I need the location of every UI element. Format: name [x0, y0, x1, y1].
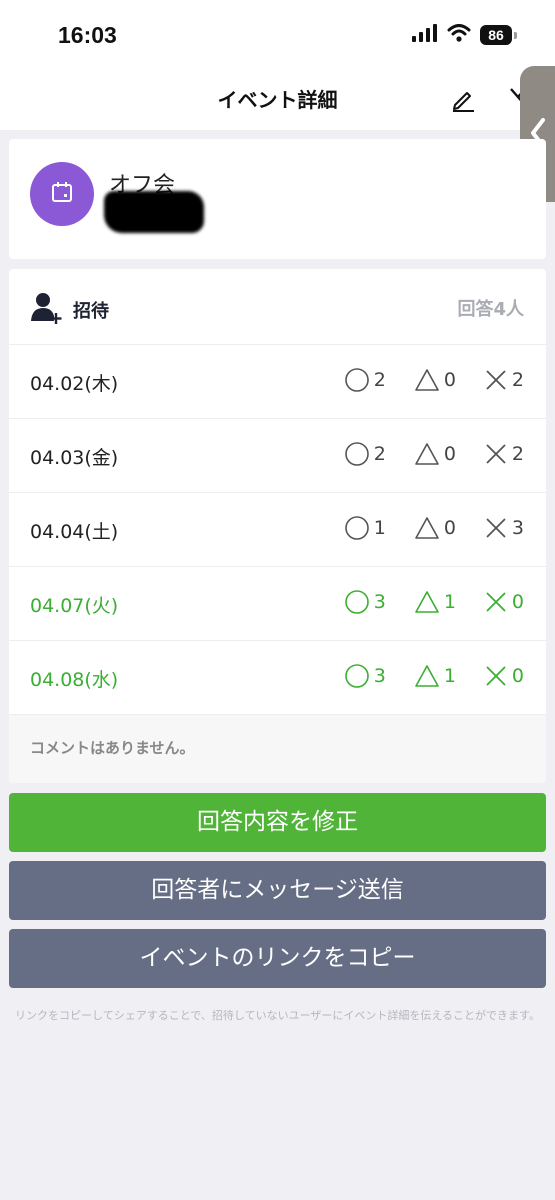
circle-icon — [344, 663, 370, 689]
maybe-count: 1 — [443, 665, 456, 687]
maybe-tally: 0 — [414, 368, 456, 392]
calendar-icon — [50, 180, 74, 208]
no-tally: 0 — [484, 590, 524, 614]
status-time: 16:03 — [58, 22, 117, 48]
maybe-tally: 0 — [414, 516, 456, 540]
cross-icon — [484, 442, 508, 466]
yes-count: 3 — [373, 591, 386, 613]
battery-icon: 86 — [480, 25, 512, 45]
cross-icon — [484, 590, 508, 614]
date-row[interactable]: 04.07(火) 3 1 0 — [9, 567, 546, 641]
invite-header[interactable]: 招待 回答4人 — [9, 269, 546, 345]
date-label: 04.04(土) — [30, 521, 119, 543]
cross-icon — [484, 664, 508, 688]
invite-label: 招待 — [73, 301, 109, 322]
no-tally: 2 — [484, 368, 524, 392]
maybe-count: 0 — [443, 369, 456, 391]
answer-tallies: 2 0 2 — [316, 441, 524, 467]
nav-bar: イベント詳細 — [0, 70, 555, 130]
no-count: 2 — [511, 443, 524, 465]
battery-tip — [514, 31, 517, 39]
message-respondents-button[interactable]: 回答者にメッセージ送信 — [9, 861, 546, 920]
no-count: 0 — [511, 665, 524, 687]
no-tally: 0 — [484, 664, 524, 688]
response-count: 回答4人 — [457, 299, 524, 320]
date-label: 04.03(金) — [30, 447, 119, 469]
date-row[interactable]: 04.03(金) 2 0 2 — [9, 419, 546, 493]
maybe-count: 0 — [443, 443, 456, 465]
yes-tally: 2 — [344, 367, 386, 393]
circle-icon — [344, 367, 370, 393]
yes-count: 2 — [373, 369, 386, 391]
date-label: 04.07(火) — [30, 595, 119, 617]
date-label: 04.08(水) — [30, 669, 119, 691]
triangle-icon — [414, 516, 440, 540]
no-tally: 2 — [484, 442, 524, 466]
event-info-card: オフ会 — [9, 139, 546, 259]
maybe-tally: 1 — [414, 590, 456, 614]
date-row[interactable]: 04.02(木) 2 0 2 — [9, 345, 546, 419]
answer-tallies: 2 0 2 — [316, 367, 524, 393]
no-count: 2 — [511, 369, 524, 391]
footnote: リンクをコピーしてシェアすることで、招待していないユーザーにイベント詳細を伝える… — [15, 1009, 540, 1022]
yes-count: 2 — [373, 443, 386, 465]
signal-icon — [412, 24, 438, 46]
cross-icon — [484, 368, 508, 392]
event-avatar — [30, 162, 94, 226]
answer-tallies: 3 1 0 — [316, 663, 524, 689]
no-count: 3 — [511, 517, 524, 539]
yes-tally: 3 — [344, 663, 386, 689]
edit-answer-button[interactable]: 回答内容を修正 — [9, 793, 546, 852]
triangle-icon — [414, 590, 440, 614]
wifi-icon — [447, 24, 471, 46]
maybe-tally: 1 — [414, 664, 456, 688]
answer-tallies: 1 0 3 — [316, 515, 524, 541]
date-row[interactable]: 04.04(土) 1 0 3 — [9, 493, 546, 567]
cross-icon — [484, 516, 508, 540]
maybe-count: 0 — [443, 517, 456, 539]
edit-pencil-icon[interactable] — [450, 86, 476, 116]
status-bar: 16:03 86 — [0, 0, 555, 70]
invite-list-card: 招待 回答4人 04.02(木) 2 0 2 04.03(金) 2 0 2 04.04(土) 1 0… — [9, 269, 546, 783]
yes-tally: 3 — [344, 589, 386, 615]
triangle-icon — [414, 442, 440, 466]
comment-text: コメントはありません。 — [30, 739, 195, 757]
circle-icon — [344, 589, 370, 615]
circle-icon — [344, 515, 370, 541]
comment-row: コメントはありません。 — [9, 715, 546, 783]
yes-tally: 2 — [344, 441, 386, 467]
triangle-icon — [414, 368, 440, 392]
yes-count: 3 — [373, 665, 386, 687]
triangle-icon — [414, 664, 440, 688]
circle-icon — [344, 441, 370, 467]
no-count: 0 — [511, 591, 524, 613]
copy-event-link-button[interactable]: イベントのリンクをコピー — [9, 929, 546, 988]
redaction-mark — [104, 191, 204, 233]
maybe-count: 1 — [443, 591, 456, 613]
invite-user-icon — [30, 291, 64, 329]
maybe-tally: 0 — [414, 442, 456, 466]
status-indicators: 86 — [412, 24, 517, 46]
yes-tally: 1 — [344, 515, 386, 541]
date-label: 04.02(木) — [30, 373, 119, 395]
yes-count: 1 — [373, 517, 386, 539]
no-tally: 3 — [484, 516, 524, 540]
date-row[interactable]: 04.08(水) 3 1 0 — [9, 641, 546, 715]
answer-tallies: 3 1 0 — [316, 589, 524, 615]
